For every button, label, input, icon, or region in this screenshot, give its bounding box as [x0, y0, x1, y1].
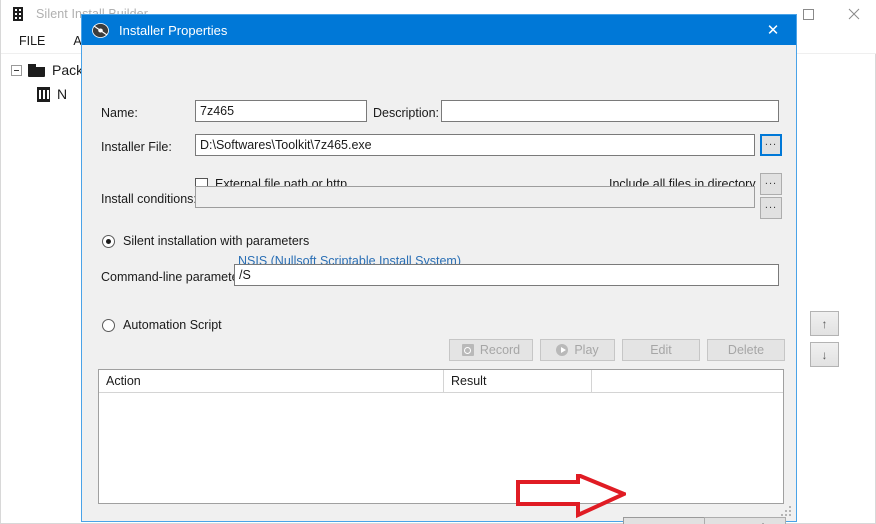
package-icon [10, 6, 26, 22]
move-up-button[interactable]: ↑ [810, 311, 839, 336]
dialog-title-bar: Installer Properties ✕ [82, 15, 796, 45]
package-icon [37, 86, 50, 102]
dialog-body: Name: Description: Installer File: ... E… [82, 45, 796, 524]
radio-circle[interactable] [102, 234, 115, 248]
ok-button[interactable]: OK [623, 517, 705, 524]
command-line-parameters-label: Command-line parameters: [101, 270, 253, 284]
collapse-icon[interactable] [11, 64, 22, 76]
play-button[interactable]: Play [540, 339, 615, 361]
play-icon [556, 344, 569, 356]
close-icon[interactable] [831, 0, 876, 28]
name-label: Name: [101, 106, 138, 120]
installer-file-label: Installer File: [101, 140, 172, 154]
browse-installer-file-button[interactable]: ... [760, 134, 782, 156]
play-button-label: Play [574, 343, 599, 357]
dialog-title: Installer Properties [119, 22, 228, 38]
description-input[interactable] [441, 100, 779, 122]
resize-grip[interactable] [781, 506, 793, 518]
install-conditions-input[interactable] [195, 186, 755, 208]
radio-circle[interactable] [102, 318, 115, 332]
folder-icon [28, 63, 45, 77]
actions-grid[interactable]: Action Result [98, 369, 784, 504]
install-conditions-label: Install conditions: [101, 192, 197, 206]
move-down-button[interactable]: ↓ [810, 342, 839, 367]
record-button-label: Record [479, 343, 521, 357]
browse-install-conditions-button[interactable]: ... [760, 197, 782, 219]
record-button[interactable]: Record [449, 339, 533, 361]
delete-button-label: Delete [727, 343, 765, 357]
tree-item-label: N [57, 86, 68, 102]
delete-button[interactable]: Delete [707, 339, 785, 361]
automation-script-label: Automation Script [123, 318, 222, 332]
installer-file-input[interactable] [195, 134, 755, 156]
browse-directory-button[interactable]: ... [760, 173, 782, 195]
silent-installation-label: Silent installation with parameters [123, 234, 310, 248]
silent-installation-radio[interactable]: Silent installation with parameters [102, 234, 309, 248]
column-header-action[interactable]: Action [99, 370, 444, 393]
column-header-result[interactable]: Result [444, 370, 592, 393]
automation-script-radio[interactable]: Automation Script [102, 318, 222, 332]
command-line-parameters-input[interactable] [234, 264, 779, 286]
record-icon [461, 344, 474, 356]
actions-grid-header: Action Result [99, 370, 783, 393]
name-input[interactable] [195, 100, 367, 122]
background-window-controls [785, 0, 876, 28]
installer-properties-dialog: Installer Properties ✕ Name: Description… [81, 14, 797, 524]
menu-item-file[interactable]: FILE [9, 34, 55, 48]
edit-button-label: Edit [650, 343, 672, 357]
column-header-extra[interactable] [592, 370, 783, 393]
edit-button[interactable]: Edit [622, 339, 700, 361]
tree-item-label: Pack [52, 62, 84, 78]
move-buttons: ↑ ↓ [810, 311, 839, 373]
cancel-button[interactable]: Cancel [704, 517, 786, 524]
description-label: Description: [373, 106, 439, 120]
disc-icon [92, 22, 109, 39]
screen: Silent Install Builder FILE ACT Pack [0, 0, 876, 524]
close-icon[interactable]: ✕ [750, 15, 796, 45]
